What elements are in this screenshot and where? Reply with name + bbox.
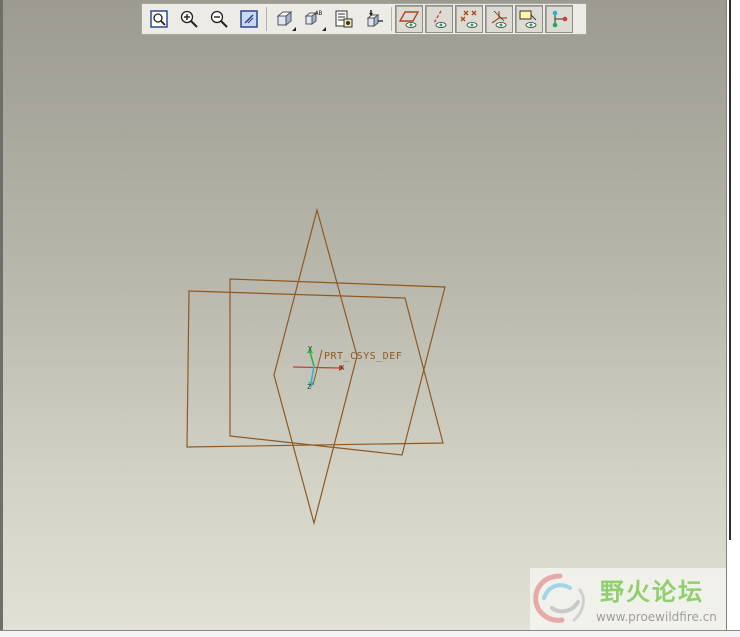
repaint-icon [240, 10, 258, 28]
toolbar-separator [391, 7, 392, 31]
datum-planes-toggle[interactable] [395, 5, 423, 33]
shaded-cube-icon [276, 10, 293, 27]
datum-point-display-icon [460, 10, 478, 28]
csys-y-axis [309, 351, 315, 367]
datum-axis-display-icon [433, 10, 447, 28]
spin-center-toggle[interactable] [545, 5, 573, 33]
csys-z-label: Z [307, 383, 312, 391]
panel-divider [729, 0, 731, 540]
datum-plane-top[interactable] [229, 278, 446, 456]
reorient-button[interactable] [360, 5, 388, 33]
csys-x-label: X [340, 364, 345, 372]
csys-toggle[interactable] [485, 5, 513, 33]
watermark-title: 野火论坛 [600, 578, 704, 606]
graphics-viewport[interactable]: Y X Z PRT_CSYS_DEF AB 野火论坛 www.proewildf… [0, 0, 727, 630]
zoom-out-icon [210, 10, 228, 28]
datum-plane-front[interactable] [186, 290, 444, 448]
zoom-in-icon [180, 10, 198, 28]
layers-button[interactable] [330, 5, 358, 33]
csys-z-axis [310, 365, 315, 384]
flyout-arrow-icon [322, 27, 326, 31]
model-geometry [186, 207, 446, 526]
reorient-view-icon [366, 10, 383, 27]
csys-x-axis [292, 366, 340, 369]
flyout-arrow-icon [292, 27, 296, 31]
display-style-button[interactable] [270, 5, 298, 33]
annotation-display-icon [519, 10, 537, 28]
zoom-out-button[interactable] [205, 5, 233, 33]
datum-points-toggle[interactable] [455, 5, 483, 33]
view-toolbar: AB [141, 3, 587, 35]
annotations-toggle[interactable] [515, 5, 543, 33]
zoom-fit-icon [150, 10, 168, 28]
right-panel-edge [727, 0, 740, 636]
refit-button[interactable] [145, 5, 173, 33]
spin-center-icon [552, 10, 568, 28]
saved-views-button[interactable]: AB [300, 5, 328, 33]
layer-tree-icon [335, 10, 353, 28]
watermark-url: www.proewildfire.cn [596, 610, 717, 624]
toolbar-separator [266, 7, 267, 31]
forum-logo-icon [533, 573, 585, 623]
saved-views-tag: AB [315, 10, 323, 17]
app-window: Y X Z PRT_CSYS_DEF AB 野火论坛 www.proewildf… [0, 0, 740, 637]
csys-name-label[interactable]: PRT_CSYS_DEF [324, 351, 402, 362]
repaint-button[interactable] [235, 5, 263, 33]
csys-y-label: Y [308, 345, 313, 353]
datum-plane-display-icon [398, 11, 420, 28]
zoom-in-button[interactable] [175, 5, 203, 33]
datum-plane-right[interactable] [273, 207, 358, 526]
csys-display-icon [491, 10, 507, 28]
datum-axes-toggle[interactable] [425, 5, 453, 33]
forum-watermark: 野火论坛 www.proewildfire.cn [530, 568, 726, 630]
